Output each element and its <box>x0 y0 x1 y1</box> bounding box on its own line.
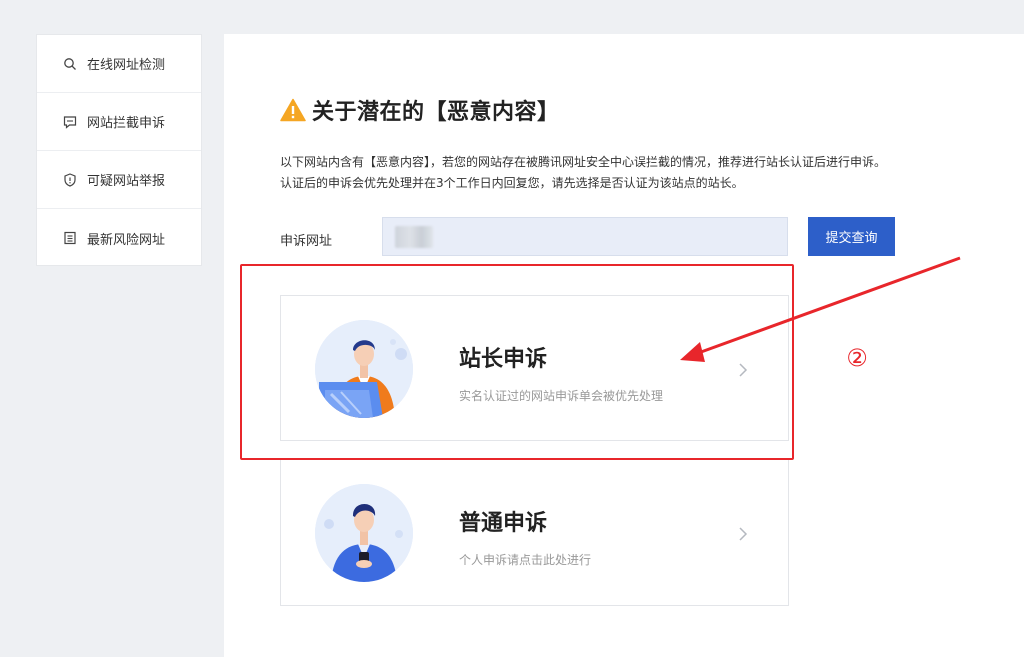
general-appeal-card[interactable]: 普通申诉 个人申诉请点击此处进行 <box>280 459 789 606</box>
description-line-1: 以下网站内含有【恶意内容】，若您的网站存在被腾讯网址安全中心误拦截的情况，推荐进… <box>280 155 887 169</box>
search-icon <box>63 57 77 71</box>
sidebar-item-label: 可疑网站举报 <box>87 174 166 189</box>
general-user-illustration <box>315 484 413 582</box>
sidebar-nav: 在线网址检测 网站拦截申诉 可疑网站举报 最新风险网址 <box>36 34 202 266</box>
card-title: 普通申诉 <box>459 511 548 536</box>
submit-query-button[interactable]: 提交查询 <box>808 217 895 256</box>
shield-icon <box>63 172 77 187</box>
redacted-url-blur <box>395 226 433 248</box>
webmaster-illustration <box>315 320 413 418</box>
sidebar-item-risk-urls[interactable]: 最新风险网址 <box>37 209 201 267</box>
appeal-url-input[interactable] <box>382 217 788 256</box>
message-icon <box>63 115 77 129</box>
page-title-row: 关于潜在的【恶意内容】 <box>280 94 560 126</box>
document-list-icon <box>63 231 77 245</box>
page-description: 以下网站内含有【恶意内容】，若您的网站存在被腾讯网址安全中心误拦截的情况，推荐进… <box>280 152 1000 194</box>
url-field-label: 申诉网址 <box>280 234 333 249</box>
card-subtitle: 个人申诉请点击此处进行 <box>459 553 592 567</box>
webmaster-appeal-card[interactable]: 站长申诉 实名认证过的网站申诉单会被优先处理 <box>280 295 789 441</box>
sidebar-item-label: 网站拦截申诉 <box>87 116 166 131</box>
chevron-right-icon <box>739 527 748 541</box>
sidebar-item-block-appeal[interactable]: 网站拦截申诉 <box>37 93 201 151</box>
chevron-right-icon <box>739 363 748 377</box>
card-title: 站长申诉 <box>459 347 548 372</box>
sidebar-item-report[interactable]: 可疑网站举报 <box>37 151 201 209</box>
sidebar-item-label: 在线网址检测 <box>87 58 166 73</box>
annotation-step-number: ② <box>846 344 868 372</box>
description-line-2: 认证后的申诉会优先处理并在3个工作日内回复您，请先选择是否认证为该站点的站长。 <box>280 176 744 190</box>
warning-icon <box>280 98 306 122</box>
sidebar-item-label: 最新风险网址 <box>87 232 166 248</box>
sidebar-item-url-check[interactable]: 在线网址检测 <box>37 35 201 93</box>
card-subtitle: 实名认证过的网站申诉单会被优先处理 <box>459 389 664 403</box>
main-panel: 关于潜在的【恶意内容】 以下网站内含有【恶意内容】，若您的网站存在被腾讯网址安全… <box>224 34 1024 657</box>
page-title: 关于潜在的【恶意内容】 <box>312 100 560 125</box>
